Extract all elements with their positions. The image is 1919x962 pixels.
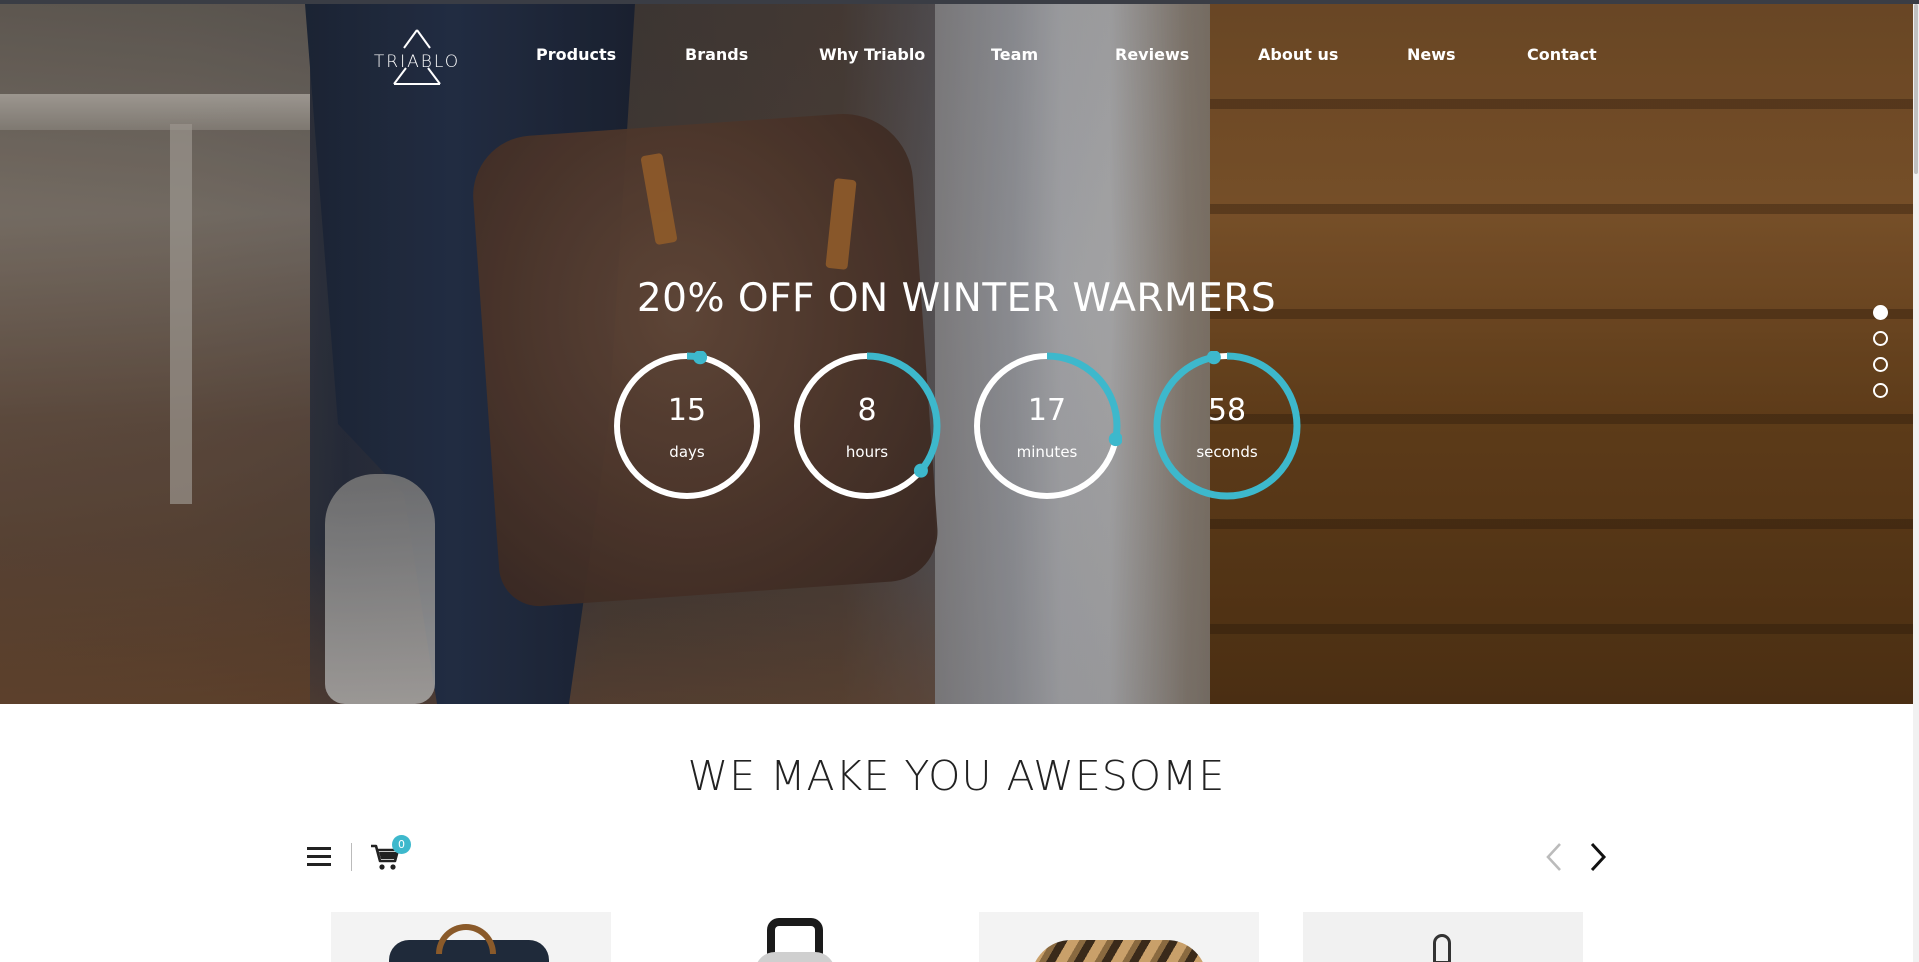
logo-text: TRIABLO	[373, 52, 461, 72]
nav-news[interactable]: News	[1407, 45, 1456, 64]
product-image	[1031, 940, 1207, 962]
product-card[interactable]	[655, 912, 935, 962]
product-image-body	[755, 952, 835, 962]
menu-icon-bar	[307, 855, 331, 858]
countdown-unit: minutes	[1016, 443, 1078, 461]
countdown-ring-knob	[1206, 351, 1221, 365]
cart-count-badge: 0	[392, 835, 411, 854]
countdown-seconds: 58 seconds	[1152, 351, 1302, 501]
slider-dot[interactable]	[1873, 305, 1888, 320]
nav-contact[interactable]: Contact	[1527, 45, 1597, 64]
menu-icon-bar	[307, 847, 331, 850]
nav-why-triablo[interactable]: Why Triablo	[819, 45, 925, 64]
countdown-unit: seconds	[1196, 443, 1258, 461]
slider-dot[interactable]	[1873, 357, 1888, 372]
nav-products[interactable]: Products	[536, 45, 616, 64]
countdown-hours: 8 hours	[792, 351, 942, 501]
slider-dot[interactable]	[1873, 383, 1888, 398]
product-image	[1433, 934, 1451, 962]
nav-brands[interactable]: Brands	[685, 45, 748, 64]
menu-icon-bar	[307, 863, 331, 866]
promo-title: 20% OFF ON WINTER WARMERS	[636, 276, 1277, 321]
scrollbar-thumb[interactable]	[1914, 4, 1918, 174]
product-card[interactable]	[979, 912, 1259, 962]
countdown-ring-knob	[693, 351, 708, 365]
product-card[interactable]	[1303, 912, 1583, 962]
chevron-right-icon	[1590, 842, 1607, 872]
countdown-value: 58	[1207, 393, 1247, 428]
carousel-next-button[interactable]	[1582, 840, 1612, 874]
triablo-logo[interactable]: TRIABLO	[372, 28, 462, 88]
carousel-prev-button[interactable]	[1540, 840, 1570, 874]
product-card[interactable]	[331, 912, 611, 962]
chevron-left-icon	[1546, 843, 1561, 871]
slider-dot[interactable]	[1873, 331, 1888, 346]
nav-team[interactable]: Team	[991, 45, 1038, 64]
page-scrollbar[interactable]	[1913, 4, 1919, 962]
nav-about-us[interactable]: About us	[1258, 45, 1338, 64]
countdown-unit: hours	[845, 443, 889, 461]
countdown-value: 8	[857, 393, 877, 428]
countdown-ring-knob	[913, 463, 928, 478]
countdown-unit: days	[669, 443, 705, 461]
countdown-days: 15 days	[612, 351, 762, 501]
section-title: WE MAKE YOU AWESOME	[687, 752, 1226, 800]
nav-reviews[interactable]: Reviews	[1115, 45, 1189, 64]
countdown-value: 17	[1027, 393, 1067, 428]
hero-overlay	[0, 4, 1913, 704]
menu-icon[interactable]	[307, 845, 331, 867]
countdown-value: 15	[667, 393, 707, 428]
hero-banner	[0, 4, 1913, 704]
countdown-minutes: 17 minutes	[972, 351, 1122, 501]
product-image-handle	[436, 924, 496, 954]
toolbar-divider	[351, 843, 352, 871]
